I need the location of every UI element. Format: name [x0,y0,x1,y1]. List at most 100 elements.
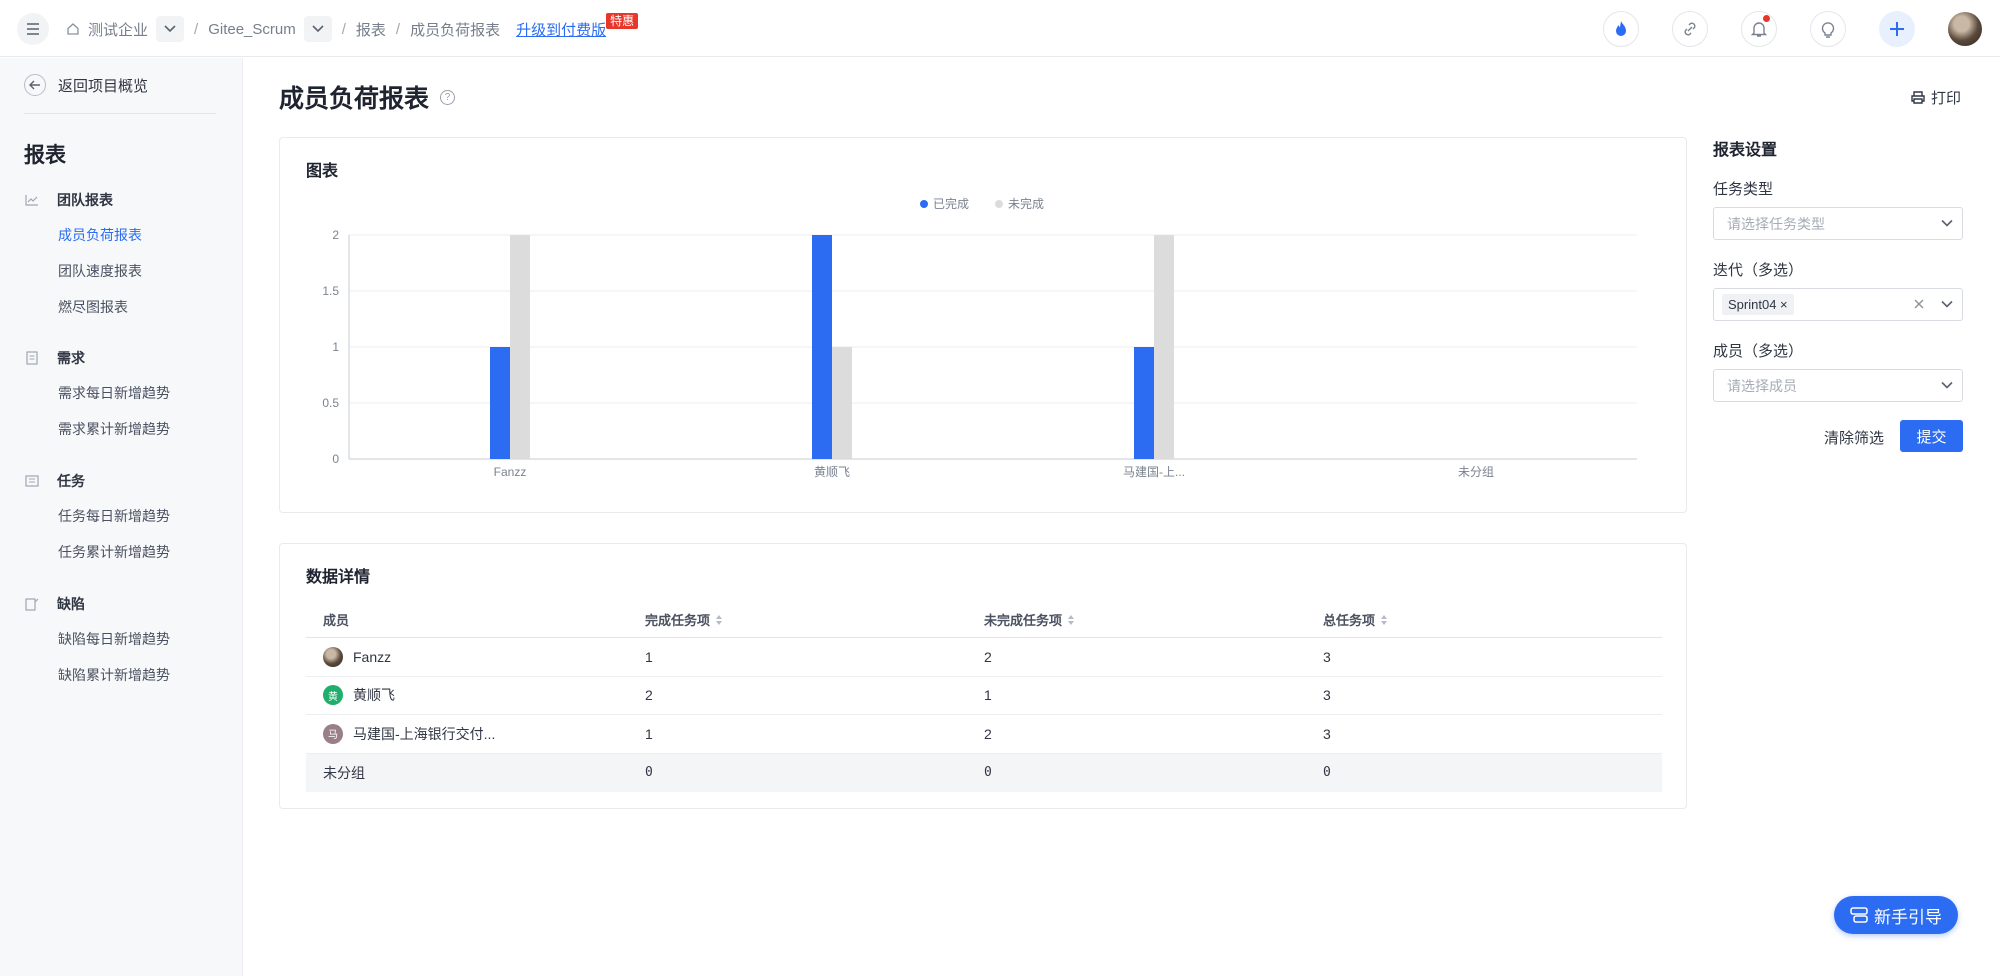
breadcrumb-section[interactable]: 报表 [356,19,386,40]
sort-icon[interactable] [1381,614,1388,625]
sidebar-item-req-cumulative[interactable]: 需求累计新增趋势 [58,419,170,439]
cell-done: 2 [645,687,653,704]
cell-undone: 0 [984,765,992,781]
breadcrumb-project[interactable]: Gitee_Scrum [208,21,296,38]
y-tick-label: 0 [332,452,339,466]
column-undone: 未完成任务项 [984,613,1063,628]
back-label: 返回项目概览 [58,77,149,95]
task-type-select[interactable]: 请选择任务类型 [1713,207,1963,240]
flame-icon[interactable] [1603,11,1639,47]
table-row: 未分组 0 0 0 [306,753,1662,792]
notification-dot [1763,15,1770,22]
cell-undone: 2 [984,725,992,742]
table-header: 成员 完成任务项 未完成任务项 总任务项 [306,602,1662,638]
x-tick-label: 未分组 [1458,465,1494,479]
sidebar-item-req-daily[interactable]: 需求每日新增趋势 [58,383,170,403]
breadcrumb-company[interactable]: 测试企业 [88,19,148,40]
sort-icon[interactable] [1068,614,1075,625]
bell-icon[interactable] [1741,11,1777,47]
breadcrumb-separator: / [194,20,199,38]
submit-button[interactable]: 提交 [1900,420,1963,452]
help-icon[interactable]: ? [440,89,456,105]
sidebar-item-member-load[interactable]: 成员负荷报表 [58,225,142,245]
iteration-label: 迭代（多选） [1713,262,1804,279]
data-detail-title: 数据详情 [306,569,371,586]
column-done-sort[interactable]: 完成任务项 [645,610,984,629]
chevron-down-icon [1941,219,1953,227]
bar-undone [510,235,530,459]
cell-total: 3 [1323,648,1331,665]
settings-title: 报表设置 [1713,142,1778,159]
add-icon[interactable] [1879,11,1915,47]
data-table: 成员 完成任务项 未完成任务项 总任务项 Fanzz 1 2 3 黄 黄顺飞 2… [306,602,1662,792]
page-title-text: 成员负荷报表 [279,85,430,113]
clear-filter-button[interactable]: 清除筛选 [1824,427,1884,448]
report-settings: 报表设置 任务类型 请选择任务类型 迭代（多选） Sprint04 × 成员（多… [1713,136,1963,452]
y-tick-label: 1 [332,340,339,354]
iteration-select[interactable]: Sprint04 × [1713,288,1963,321]
sort-icon[interactable] [716,614,723,625]
company-dropdown-icon[interactable] [156,16,185,42]
sidebar-item-team-velocity[interactable]: 团队速度报表 [58,261,142,281]
bar-done [1134,347,1154,459]
bar-done [490,347,510,459]
back-to-overview[interactable]: 返回项目概览 [24,74,148,96]
member-select[interactable]: 请选择成员 [1713,369,1963,402]
top-bar: 测试企业 / Gitee_Scrum / 报表 / 成员负荷报表 升级到付费版 … [0,0,2000,57]
beginner-guide-button[interactable]: 新手引导 [1834,896,1958,934]
sidebar-item-task-daily[interactable]: 任务每日新增趋势 [58,506,170,526]
breadcrumb-separator: / [395,20,401,38]
member-placeholder: 请选择成员 [1727,377,1797,394]
clear-icon[interactable] [1912,297,1926,311]
table-row: 黄 黄顺飞 2 1 3 [306,677,1662,715]
cell-total: 3 [1323,687,1331,704]
print-button[interactable]: 打印 [1911,87,1961,108]
bar-done [812,235,832,459]
sidebar-item-task-cumulative[interactable]: 任务累计新增趋势 [58,542,170,562]
menu-icon[interactable] [17,13,49,45]
chart-card: 图表 已完成 未完成 0 0.5 1 1.5 2 Fanzz 黄顺飞 马建国-上... 未分组 [279,137,1687,513]
cell-done: 1 [645,648,653,665]
column-undone-sort[interactable]: 未完成任务项 [984,610,1323,629]
task-type-placeholder: 请选择任务类型 [1727,215,1825,232]
y-tick-label: 2 [332,228,339,242]
member-avatar: 马 [323,723,343,744]
sidebar-group-team: 团队报表 [24,190,113,210]
lightbulb-icon[interactable] [1810,11,1846,47]
x-tick-label: Fanzz [494,465,527,479]
upgrade-link-label[interactable]: 升级到付费版 [516,22,606,39]
iteration-tag[interactable]: Sprint04 × [1722,294,1794,315]
y-tick-label: 0.5 [322,396,339,410]
member-avatar: 黄 [323,685,343,706]
sidebar-group-label: 团队报表 [57,192,113,208]
column-total-sort[interactable]: 总任务项 [1323,610,1662,629]
sidebar: 返回项目概览 报表 团队报表 成员负荷报表 团队速度报表 燃尽图报表 需求 需求… [0,58,243,976]
cell-done: 0 [645,765,653,781]
sidebar-item-bug-daily[interactable]: 缺陷每日新增趋势 [58,629,170,649]
printer-icon [1911,91,1925,104]
sidebar-divider [24,113,216,114]
cell-done: 1 [645,725,653,742]
column-total: 总任务项 [1323,613,1376,628]
y-tick-label: 1.5 [322,284,339,298]
print-label: 打印 [1931,90,1962,107]
link-icon[interactable] [1672,11,1708,47]
cell-undone: 1 [984,687,992,704]
member-avatar [323,646,343,667]
user-avatar[interactable] [1948,12,1982,46]
sidebar-item-bug-cumulative[interactable]: 缺陷累计新增趋势 [58,665,170,685]
chevron-down-icon [1941,300,1953,308]
page-title: 成员负荷报表 ? [279,79,456,115]
document-icon [24,350,40,366]
data-detail-card: 数据详情 成员 完成任务项 未完成任务项 总任务项 Fanzz 1 2 3 黄 … [279,543,1687,809]
member-name: Fanzz [353,648,392,665]
bar-undone [832,347,852,459]
sidebar-group-label: 需求 [57,350,85,366]
column-done: 完成任务项 [645,613,711,628]
sidebar-title: 报表 [24,144,66,167]
project-dropdown-icon[interactable] [303,16,332,42]
upgrade-link[interactable]: 升级到付费版 特惠 [516,12,639,40]
member-name: 马建国-上海银行交付... [353,725,496,742]
sidebar-group-requirement: 需求 [24,348,85,368]
sidebar-item-burndown[interactable]: 燃尽图报表 [58,297,128,317]
